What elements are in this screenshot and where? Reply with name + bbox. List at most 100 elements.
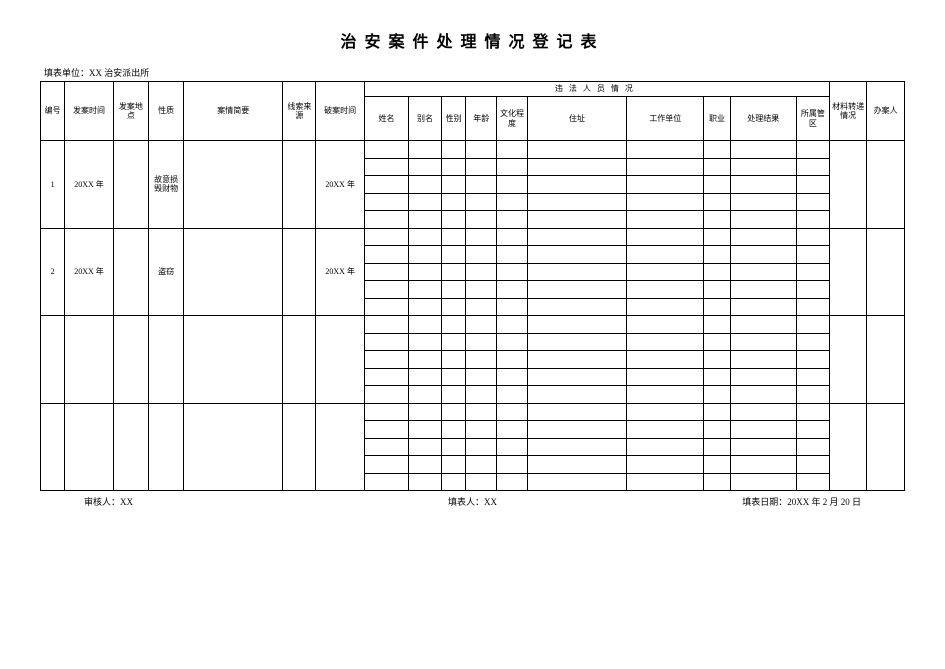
col-solvetime: 破案时间 — [316, 82, 364, 141]
cell-offender — [442, 333, 466, 351]
cell-offender — [466, 368, 497, 386]
cell-offender — [364, 386, 408, 404]
cell-offender — [364, 368, 408, 386]
col-alias: 别名 — [409, 97, 442, 141]
cell-offender — [442, 438, 466, 456]
cell-offender — [364, 228, 408, 246]
cell-offender — [796, 211, 829, 229]
footer-date: 填表日期：20XX 年 2 月 20 日 — [602, 495, 901, 508]
cell-offender — [527, 158, 626, 176]
cell-offender — [704, 351, 730, 369]
cell-offender — [627, 141, 704, 159]
header-row-1: 编号 发案时间 发案地点 性质 案情简要 线索来源 破案时间 违法人员情况 材料… — [41, 82, 905, 97]
cell-offender — [704, 246, 730, 264]
cell-offender — [527, 316, 626, 334]
cell-offender — [442, 263, 466, 281]
cell-offender — [466, 473, 497, 491]
cell-offender — [627, 421, 704, 439]
col-age: 年龄 — [466, 97, 497, 141]
cell-offender — [704, 193, 730, 211]
cell-offender — [627, 456, 704, 474]
cell-offender — [497, 351, 528, 369]
cell-offender — [497, 386, 528, 404]
col-name: 姓名 — [364, 97, 408, 141]
cell-transfer — [829, 316, 866, 404]
cell-offender — [527, 421, 626, 439]
cell-offender — [704, 176, 730, 194]
cell-offender — [466, 211, 497, 229]
cell-offender — [730, 403, 796, 421]
cell-offender — [364, 246, 408, 264]
cell-nature — [148, 403, 183, 491]
cell-offender — [527, 193, 626, 211]
cell-offender — [442, 403, 466, 421]
cell-offender — [497, 211, 528, 229]
header-unit-label: 填表单位： — [44, 68, 89, 78]
cell-offender — [497, 176, 528, 194]
col-transfer: 材料转递情况 — [829, 82, 866, 141]
cell-offender — [527, 281, 626, 299]
cell-offender — [704, 298, 730, 316]
cell-offender — [627, 281, 704, 299]
cell-offender — [497, 298, 528, 316]
cell-offender — [730, 316, 796, 334]
cell-offender — [364, 298, 408, 316]
cell-no: 2 — [41, 228, 65, 316]
register-table: 编号 发案时间 发案地点 性质 案情简要 线索来源 破案时间 违法人员情况 材料… — [40, 81, 905, 491]
cell-offender — [527, 438, 626, 456]
cell-offender — [442, 298, 466, 316]
cell-offender — [796, 281, 829, 299]
col-gender: 性别 — [442, 97, 466, 141]
cell-offender — [466, 176, 497, 194]
cell-offender — [704, 263, 730, 281]
cell-offender — [796, 333, 829, 351]
cell-offender — [497, 421, 528, 439]
cell-time — [65, 403, 113, 491]
cell-offender — [704, 141, 730, 159]
cell-nature: 盗窃 — [148, 228, 183, 316]
cell-offender — [730, 473, 796, 491]
cell-offender — [627, 176, 704, 194]
cell-offender — [527, 246, 626, 264]
cell-offender — [409, 456, 442, 474]
cell-offender — [730, 368, 796, 386]
cell-offender — [409, 141, 442, 159]
col-source: 线索来源 — [283, 82, 316, 141]
cell-handler — [867, 141, 905, 229]
cell-offender — [409, 281, 442, 299]
cell-offender — [364, 193, 408, 211]
cell-place — [113, 228, 148, 316]
table-row: 120XX 年故意损毁财物20XX 年 — [41, 141, 905, 159]
cell-handler — [867, 228, 905, 316]
cell-offender — [704, 386, 730, 404]
cell-solvetime — [316, 403, 364, 491]
cell-offender — [796, 246, 829, 264]
cell-offender — [704, 228, 730, 246]
cell-offender — [442, 193, 466, 211]
cell-offender — [730, 141, 796, 159]
page: 治安案件处理情况登记表 填表单位：XX 治安派出所 — [0, 0, 945, 669]
cell-offender — [730, 211, 796, 229]
cell-offender — [442, 473, 466, 491]
cell-offender — [364, 473, 408, 491]
col-nature: 性质 — [148, 82, 183, 141]
cell-place — [113, 403, 148, 491]
cell-offender — [466, 316, 497, 334]
cell-offender — [627, 158, 704, 176]
cell-solvetime: 20XX 年 — [316, 141, 364, 229]
cell-offender — [409, 333, 442, 351]
cell-offender — [704, 438, 730, 456]
cell-offender — [627, 333, 704, 351]
cell-offender — [627, 263, 704, 281]
cell-offender — [409, 263, 442, 281]
cell-solvetime — [316, 316, 364, 404]
cell-offender — [627, 386, 704, 404]
cell-offender — [527, 403, 626, 421]
cell-offender — [497, 333, 528, 351]
cell-offender — [730, 193, 796, 211]
cell-offender — [796, 438, 829, 456]
cell-offender — [704, 333, 730, 351]
cell-offender — [442, 368, 466, 386]
cell-offender — [466, 333, 497, 351]
cell-offender — [796, 368, 829, 386]
